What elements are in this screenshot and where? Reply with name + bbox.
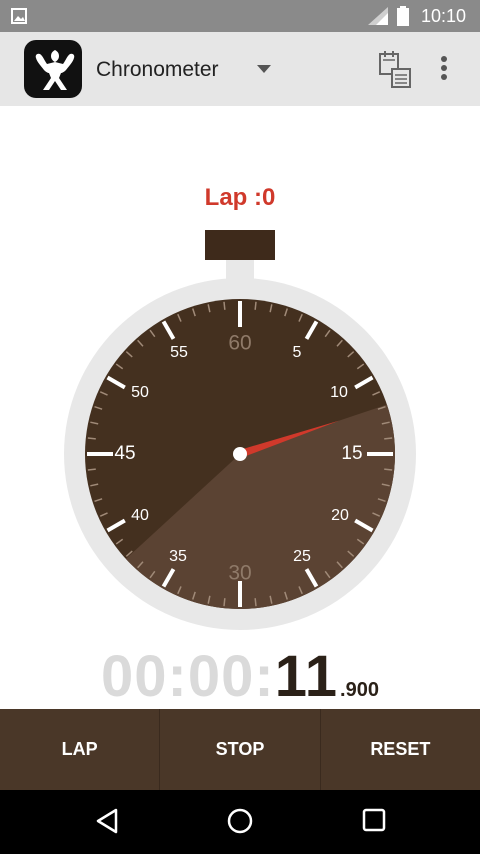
minor-tick	[254, 301, 257, 310]
time-milliseconds: .900	[340, 679, 379, 701]
dial-number-40: 40	[131, 507, 149, 524]
reset-button[interactable]: RESET	[321, 709, 480, 790]
control-bar: LAP STOP RESET	[0, 709, 480, 790]
lap-counter: Lap :0	[204, 184, 276, 211]
dial-number-55: 55	[170, 344, 188, 361]
minor-tick	[254, 598, 257, 607]
battery-icon	[397, 6, 409, 26]
dial-number-60: 60	[228, 332, 251, 355]
dial-number-25: 25	[293, 548, 311, 565]
dial-number-35: 35	[169, 548, 187, 565]
minor-tick	[87, 468, 96, 471]
recents-icon[interactable]	[362, 808, 386, 832]
dial-number-50: 50	[131, 384, 149, 401]
digital-time: 00:00:11.900	[0, 643, 480, 710]
stopwatch-crown	[205, 230, 275, 260]
dial-number-45: 45	[114, 443, 135, 464]
time-hours-minutes: 00:00:	[101, 644, 275, 709]
hand-pivot	[233, 447, 247, 461]
dial-number-30: 30	[228, 562, 251, 585]
minor-tick	[223, 598, 226, 607]
dropdown-arrow-icon[interactable]	[257, 65, 271, 73]
status-bar: 10:10	[0, 0, 480, 32]
system-nav-bar	[0, 790, 480, 854]
app-title: Chronometer	[96, 58, 219, 81]
minor-tick	[384, 468, 393, 471]
signal-icon	[368, 7, 388, 25]
stopwatch-dial: 60 30 5 10 15 20 25 35 40 45 50 55	[64, 230, 416, 630]
back-icon[interactable]	[95, 808, 119, 834]
more-options-icon[interactable]	[440, 55, 448, 81]
bodybuilder-icon	[35, 50, 75, 90]
home-icon[interactable]	[227, 808, 253, 834]
app-logo-icon[interactable]	[24, 40, 82, 98]
app-toolbar: Chronometer	[0, 32, 480, 106]
dial-number-15: 15	[341, 443, 362, 464]
minor-tick	[87, 437, 96, 440]
minor-tick	[223, 301, 226, 310]
lap-log-icon[interactable]	[378, 49, 412, 89]
status-time: 10:10	[421, 6, 467, 26]
dial-number-5: 5	[293, 344, 302, 361]
dial-number-10: 10	[330, 384, 348, 401]
stop-button[interactable]: STOP	[160, 709, 321, 790]
lap-button[interactable]: LAP	[0, 709, 161, 790]
time-seconds: 11	[274, 644, 339, 709]
dial-number-20: 20	[331, 507, 349, 524]
gallery-notification-icon	[11, 8, 27, 24]
minor-tick	[384, 437, 393, 440]
